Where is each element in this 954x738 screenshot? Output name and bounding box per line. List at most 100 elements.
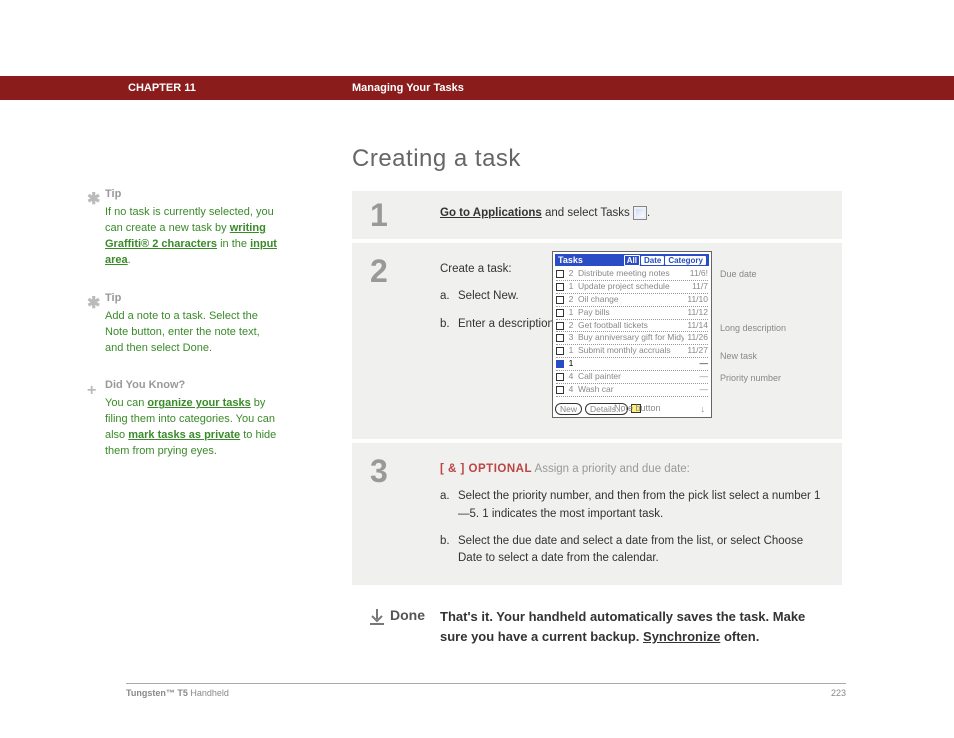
step-optional-line: [ & ] OPTIONAL Assign a priority and due…: [440, 461, 824, 478]
pda-task-row[interactable]: 4Wash car—: [556, 384, 708, 397]
tip-body: If no task is currently selected, you ca…: [105, 205, 280, 269]
synchronize-link[interactable]: Synchronize: [643, 629, 720, 644]
step-number: 3: [370, 455, 440, 567]
pda-tab[interactable]: Category: [665, 256, 706, 265]
due-date[interactable]: 11/14: [687, 320, 708, 332]
substep-text: Select the priority number, and then fro…: [458, 488, 824, 523]
tips-sidebar: ✱TipIf no task is currently selected, yo…: [105, 187, 280, 482]
section-title: Managing Your Tasks: [352, 82, 464, 94]
step: 1Go to Applications and select Tasks .: [352, 187, 842, 239]
page-title: Creating a task: [352, 145, 521, 173]
optional-description: Assign a priority and due date:: [532, 463, 690, 475]
priority-number[interactable]: 2: [567, 268, 575, 280]
substep-letter: b.: [440, 316, 458, 333]
tip-text: .: [128, 254, 131, 266]
done-text-post: often.: [720, 629, 759, 644]
checkbox-icon[interactable]: [556, 334, 564, 342]
pda-task-row[interactable]: 1Pay bills11/12: [556, 307, 708, 320]
priority-number[interactable]: 1: [567, 281, 575, 293]
checkbox-icon[interactable]: [556, 309, 564, 317]
checkbox-icon[interactable]: [556, 347, 564, 355]
priority-number[interactable]: 2: [567, 294, 575, 306]
pda-task-row[interactable]: 2Distribute meeting notes11/6!: [556, 268, 708, 281]
due-date[interactable]: 11/27: [687, 345, 708, 357]
steps-column: 1Go to Applications and select Tasks . 2 C…: [352, 187, 842, 674]
pda-tab[interactable]: All: [624, 255, 640, 266]
pda-app-title: Tasks: [558, 255, 583, 265]
plus-icon: +: [87, 379, 96, 402]
task-description: Oil change: [578, 294, 684, 306]
step-number: 2: [370, 255, 440, 421]
task-description: Call painter: [578, 371, 697, 383]
pda-task-row[interactable]: 1Update project schedule11/7: [556, 281, 708, 294]
done-arrow-icon: [370, 609, 384, 625]
due-date[interactable]: 11/26: [687, 332, 708, 344]
pda-task-row[interactable]: 2Get football tickets11/14: [556, 320, 708, 333]
tip-title: Did You Know?: [105, 378, 280, 394]
pda-task-row[interactable]: 1Submit monthly accruals11/27: [556, 345, 708, 358]
due-date[interactable]: —: [700, 358, 709, 370]
priority-number[interactable]: 2: [567, 320, 575, 332]
due-date[interactable]: 11/10: [687, 294, 708, 306]
priority-number[interactable]: 1: [567, 307, 575, 319]
new-button[interactable]: New: [555, 403, 582, 415]
due-date[interactable]: —: [700, 371, 709, 383]
done-text: That's it. Your handheld automatically s…: [440, 607, 824, 646]
callout-long-description: Long description: [720, 323, 786, 333]
product-name: Tungsten™ T5 Handheld: [126, 688, 229, 698]
go-to-applications-link[interactable]: Go to Applications: [440, 207, 542, 219]
checkbox-icon[interactable]: [556, 386, 564, 394]
due-date[interactable]: 11/12: [687, 307, 708, 319]
scroll-down-icon[interactable]: ↓: [701, 404, 706, 414]
substep: b.Select the due date and select a date …: [440, 533, 824, 568]
due-date[interactable]: —: [700, 384, 709, 396]
step: 3[ & ] OPTIONAL Assign a priority and du…: [352, 439, 842, 585]
tip-block: ✱TipAdd a note to a task. Select the Not…: [105, 291, 280, 357]
footer-rule: [126, 683, 846, 684]
tip-block: +Did You Know?You can organize your task…: [105, 378, 280, 460]
callout-note-button: Note button: [614, 403, 661, 413]
tip-block: ✱TipIf no task is currently selected, yo…: [105, 187, 280, 269]
due-date[interactable]: 11/7: [692, 281, 708, 293]
priority-number[interactable]: 3: [567, 332, 575, 344]
checkbox-icon[interactable]: [556, 373, 564, 381]
pda-task-row[interactable]: 2Oil change11/10: [556, 294, 708, 307]
footer: Tungsten™ T5 Handheld 223: [126, 688, 846, 698]
pda-tab[interactable]: Date: [641, 256, 664, 265]
step-number: 1: [370, 199, 440, 231]
substep-text: Select New.: [458, 288, 519, 305]
checkbox-icon[interactable]: [556, 360, 564, 368]
page-number: 223: [831, 688, 846, 698]
checkbox-icon[interactable]: [556, 270, 564, 278]
task-description: Update project schedule: [578, 281, 689, 293]
asterisk-icon: ✱: [87, 292, 100, 315]
tip-text: Add a note to a task. Select the Note bu…: [105, 310, 260, 354]
task-description: Pay bills: [578, 307, 684, 319]
pda-task-row[interactable]: 4Call painter—: [556, 371, 708, 384]
pda-tabs: AllDateCategory: [623, 255, 706, 265]
tasks-app-icon: [633, 206, 647, 220]
priority-number[interactable]: 1: [567, 358, 575, 370]
priority-number[interactable]: 4: [567, 371, 575, 383]
asterisk-icon: ✱: [87, 188, 100, 211]
pda-titlebar: Tasks AllDateCategory: [555, 254, 709, 266]
tip-title: Tip: [105, 291, 280, 307]
pda-task-row[interactable]: 1—: [556, 358, 708, 371]
pda-task-row[interactable]: 3Buy anniversary gift for Midyne & Greg1…: [556, 332, 708, 345]
task-description: Get football tickets: [578, 320, 684, 332]
tip-title: Tip: [105, 187, 280, 203]
priority-number[interactable]: 1: [567, 345, 575, 357]
callout-due-date: Due date: [720, 269, 757, 279]
chapter-label: CHAPTER 11: [128, 82, 196, 94]
checkbox-icon[interactable]: [556, 296, 564, 304]
due-date[interactable]: 11/6!: [690, 268, 708, 280]
task-description: Wash car: [578, 384, 697, 396]
substep-letter: a.: [440, 488, 458, 523]
tip-link[interactable]: mark tasks as private: [128, 429, 240, 441]
substep-text: Select the due date and select a date fr…: [458, 533, 824, 568]
priority-number[interactable]: 4: [567, 384, 575, 396]
checkbox-icon[interactable]: [556, 283, 564, 291]
checkbox-icon[interactable]: [556, 322, 564, 330]
tip-link[interactable]: organize your tasks: [147, 397, 250, 409]
tip-body: Add a note to a task. Select the Note bu…: [105, 309, 280, 357]
